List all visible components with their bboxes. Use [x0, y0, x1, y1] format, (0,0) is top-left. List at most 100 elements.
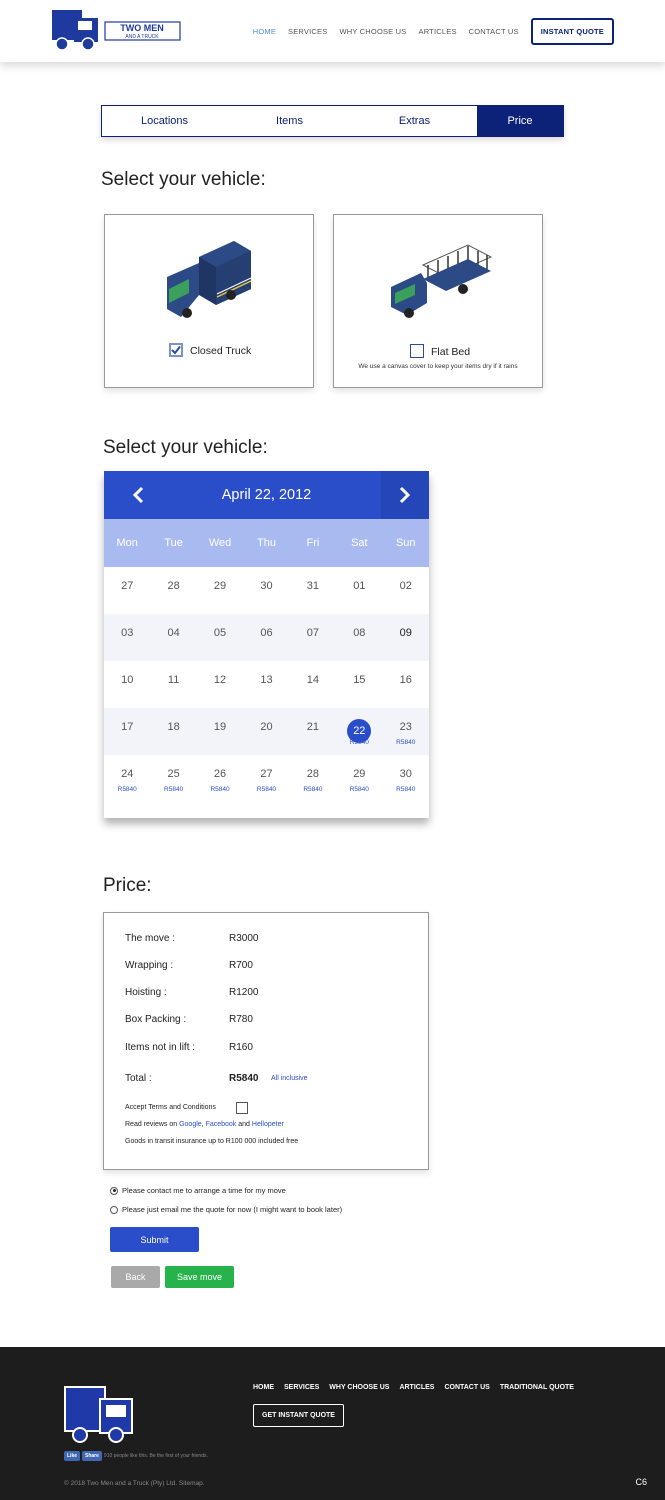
terms-checkbox[interactable] [236, 1102, 248, 1114]
back-button[interactable]: Back [111, 1266, 160, 1288]
footer-truck-logo[interactable] [62, 1379, 136, 1443]
site-footer: HOME SERVICES WHY CHOOSE US ARTICLES CON… [0, 1347, 665, 1500]
instant-quote-button[interactable]: INSTANT QUOTE [530, 17, 614, 45]
tab-locations[interactable]: Locations [102, 106, 227, 136]
radio-dot[interactable] [110, 1186, 118, 1195]
nav-home[interactable]: HOME [253, 27, 276, 36]
calendar-day[interactable]: 28 [150, 567, 196, 614]
day-price: R5840 [256, 786, 277, 793]
calendar-day[interactable]: 18 [150, 708, 196, 755]
calendar-day[interactable]: 11 [150, 661, 196, 708]
calendar-day[interactable]: 03 [104, 614, 150, 661]
calendar-day[interactable]: 27 R5840 [243, 755, 289, 802]
day-number: 07 [306, 627, 320, 639]
calendar-day[interactable]: 29 [197, 567, 243, 614]
calendar-day[interactable]: 04 [150, 614, 196, 661]
calendar-day[interactable]: 17 [104, 708, 150, 755]
submit-button[interactable]: Submit [110, 1227, 199, 1252]
chevron-right-icon[interactable] [381, 471, 429, 519]
radio-contact-me-label: Please contact me to arrange a time for … [122, 1186, 286, 1195]
calendar-day[interactable]: 25 R5840 [150, 755, 196, 802]
company-logo[interactable]: TWO MEN AND A TRUCK [50, 6, 185, 54]
calendar-day[interactable]: 27 [104, 567, 150, 614]
calendar-day[interactable]: 16 [383, 661, 429, 708]
nav-why-choose-us[interactable]: WHY CHOOSE US [339, 27, 406, 36]
weekday-label: Thu [256, 537, 276, 549]
day-number: 29 [353, 768, 366, 780]
vehicle-card-closed-truck[interactable]: Closed Truck [104, 214, 314, 388]
weekday-label: Sun [395, 537, 416, 549]
calendar-day[interactable]: 26 R5840 [197, 755, 243, 802]
calendar-day[interactable]: 31 [290, 567, 336, 614]
tab-items[interactable]: Items [227, 106, 352, 136]
review-link-hellopeter[interactable]: Hellopeter [252, 1121, 284, 1128]
footer-nav-articles[interactable]: ARTICLES [399, 1384, 434, 1391]
site-header: TWO MEN AND A TRUCK HOME SERVICES WHY CH… [0, 0, 665, 62]
review-link-facebook[interactable]: Facebook [206, 1121, 237, 1128]
calendar-day[interactable]: 23 R5840 [383, 708, 429, 755]
calendar-day[interactable]: 20 [243, 708, 289, 755]
brand-line1: TWO MEN [120, 23, 164, 33]
day-number: 17 [121, 721, 134, 733]
closed-truck-checkbox[interactable] [169, 343, 183, 357]
calendar-day[interactable]: 07 [290, 614, 336, 661]
calendar-day[interactable]: 02 [383, 567, 429, 614]
calendar-day[interactable]: 22 R5840 [336, 708, 382, 755]
radio-dot[interactable] [110, 1205, 118, 1214]
fb-like-button[interactable]: Like [64, 1451, 81, 1461]
calendar-day[interactable]: 19 [197, 708, 243, 755]
footer-nav-why-choose-us[interactable]: WHY CHOOSE US [329, 1384, 389, 1391]
flat-bed-truck-icon [391, 244, 493, 318]
save-move-button[interactable]: Save move [165, 1266, 234, 1288]
reviews-line: Read reviews on Google, Facebook and Hel… [125, 1121, 284, 1128]
calendar-day[interactable]: 08 [336, 614, 382, 661]
calendar-day[interactable]: 06 [243, 614, 289, 661]
footer-nav-traditional-quote[interactable]: TRADITIONAL QUOTE [500, 1384, 574, 1391]
calendar-day[interactable]: 12 [197, 661, 243, 708]
calendar-day[interactable]: 09 [383, 614, 429, 661]
nav-services[interactable]: SERVICES [288, 27, 327, 36]
day-number: 03 [121, 627, 134, 639]
calendar-day[interactable]: 24 R5840 [104, 755, 150, 802]
step-tabs: Locations Items Extras Price [101, 105, 564, 137]
calendar-day[interactable]: 14 [290, 661, 336, 708]
calendar-day[interactable]: 15 [336, 661, 382, 708]
footer-nav-home[interactable]: HOME [253, 1384, 274, 1391]
day-price: R5840 [396, 786, 416, 793]
footer-nav-services[interactable]: SERVICES [284, 1384, 319, 1391]
day-number: 27 [121, 580, 134, 592]
get-instant-quote-button[interactable]: GET INSTANT QUOTE [253, 1404, 344, 1427]
price-value-move: R3000 [229, 933, 259, 944]
day-price: R5840 [303, 786, 323, 793]
calendar-day[interactable]: 28 R5840 [290, 755, 336, 802]
tab-price[interactable]: Price [477, 106, 563, 136]
chevron-left-icon[interactable] [114, 471, 162, 519]
calendar-header: April 22, 2012 [104, 471, 429, 519]
price-value-wrapping: R700 [229, 960, 253, 971]
radio-contact-me[interactable]: Please contact me to arrange a time for … [110, 1186, 286, 1195]
nav-contact-us[interactable]: CONTACT US [469, 27, 519, 36]
day-price: R5840 [210, 786, 230, 793]
vehicle-card-flat-bed[interactable]: Flat Bed We use a canvas cover to keep y… [333, 214, 543, 388]
flat-bed-label: Flat Bed [431, 346, 471, 358]
calendar-day[interactable]: 30 [243, 567, 289, 614]
day-number: 19 [213, 721, 227, 733]
radio-email-quote[interactable]: Please just email me the quote for now (… [110, 1205, 342, 1214]
price-value-hoisting: R1200 [229, 987, 259, 998]
calendar-day[interactable]: 13 [243, 661, 289, 708]
calendar-day[interactable]: 01 [336, 567, 382, 614]
day-number: 10 [121, 674, 134, 686]
nav-articles[interactable]: ARTICLES [419, 27, 457, 36]
calendar-day[interactable]: 05 [197, 614, 243, 661]
calendar-day[interactable]: 29 R5840 [336, 755, 382, 802]
calendar-day[interactable]: 21 [290, 708, 336, 755]
review-link-google[interactable]: Google [179, 1121, 202, 1128]
reviews-and: and [238, 1121, 250, 1128]
day-price: R5840 [117, 786, 137, 793]
calendar-day[interactable]: 10 [104, 661, 150, 708]
footer-nav-contact-us[interactable]: CONTACT US [444, 1384, 489, 1391]
calendar-day[interactable]: 30 R5840 [383, 755, 429, 802]
flat-bed-checkbox[interactable] [410, 344, 424, 358]
fb-share-button[interactable]: Share [82, 1451, 102, 1461]
tab-extras[interactable]: Extras [352, 106, 477, 136]
